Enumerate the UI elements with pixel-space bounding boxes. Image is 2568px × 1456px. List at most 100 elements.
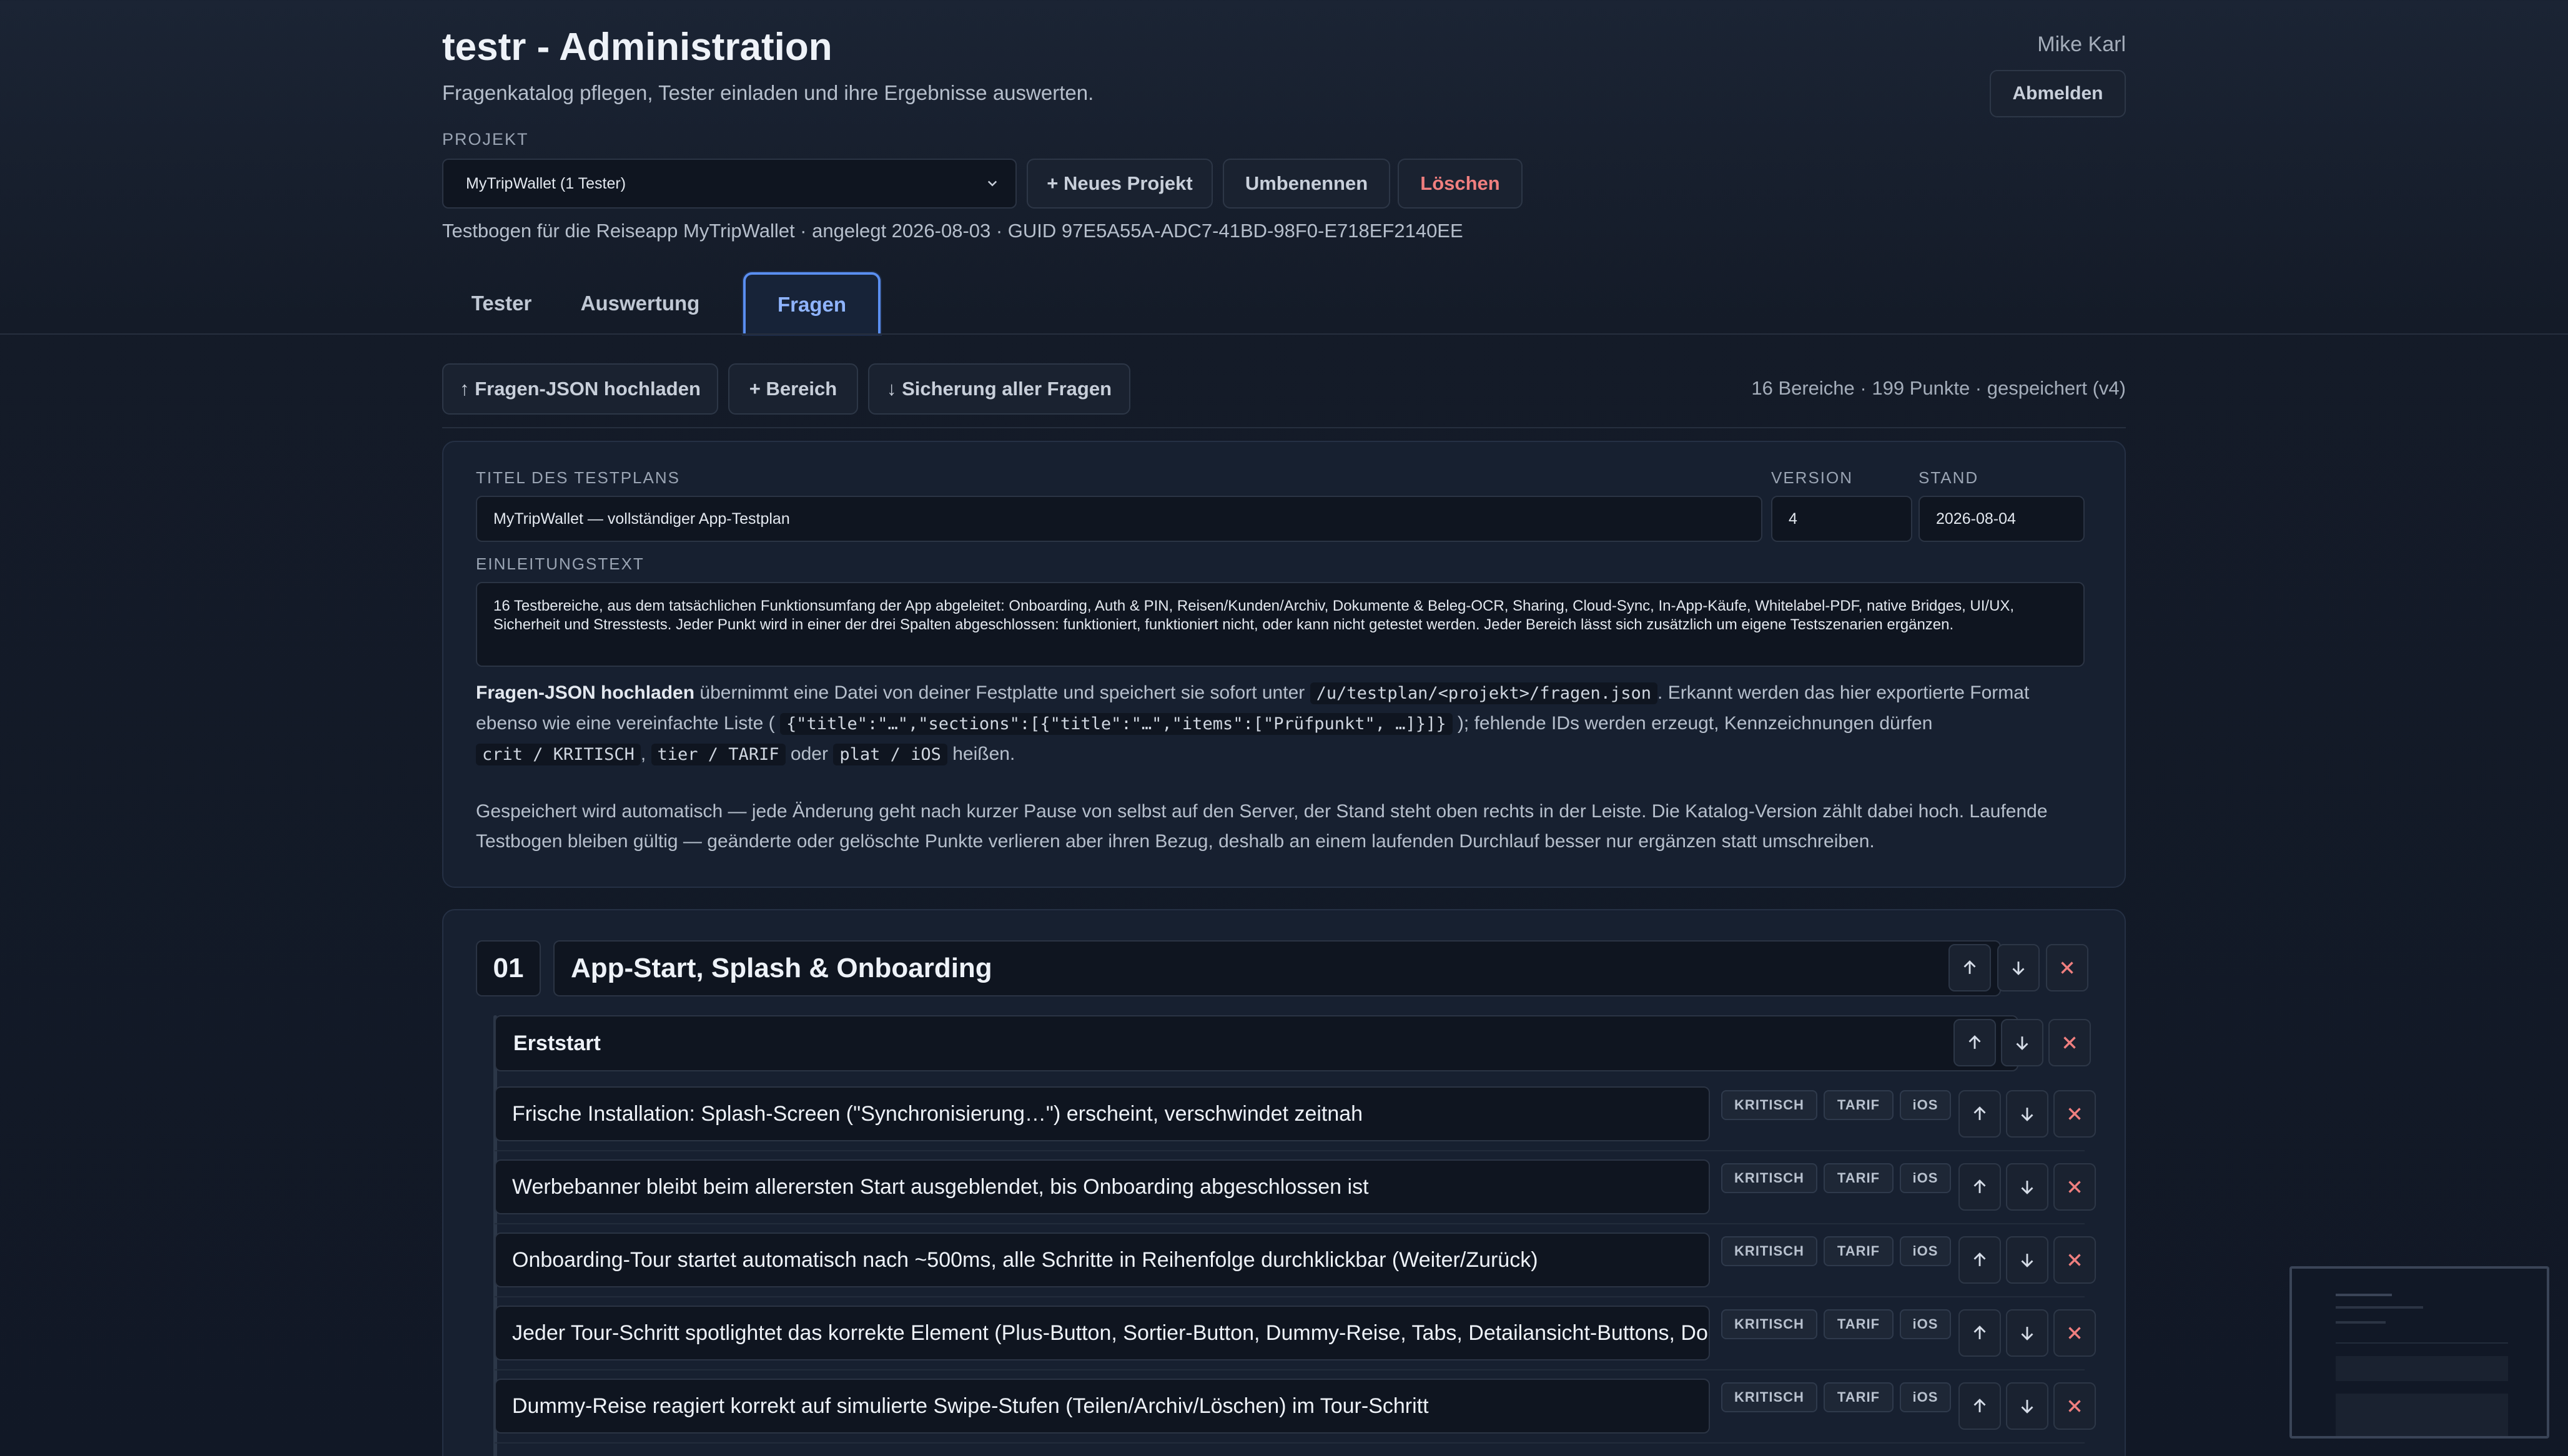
rename-button[interactable]: Umbenennen	[1223, 159, 1390, 209]
item-delete-button[interactable]	[2053, 1309, 2096, 1357]
close-icon	[2061, 962, 2073, 974]
project-select[interactable]: MyTripWallet (1 Tester)	[442, 159, 1017, 209]
testplan-card: TITEL DES TESTPLANS MyTripWallet — volls…	[442, 441, 2126, 888]
tag-crit-toggle[interactable]: KRITISCH	[1721, 1382, 1817, 1412]
group-delete-button[interactable]	[2048, 1019, 2091, 1066]
item-down-button[interactable]	[2006, 1090, 2048, 1138]
row-divider	[495, 1369, 2085, 1370]
version-input[interactable]: 4	[1771, 496, 1912, 542]
item-up-button[interactable]	[1958, 1309, 2001, 1357]
section-title-input[interactable]: App-Start, Splash & Onboarding	[553, 940, 2001, 996]
arrow-up-icon	[1973, 1399, 1986, 1412]
tag-crit-toggle[interactable]: KRITISCH	[1721, 1090, 1817, 1120]
close-icon	[2068, 1400, 2081, 1412]
item-delete-button[interactable]	[2053, 1090, 2096, 1138]
tag-plat-toggle[interactable]: iOS	[1900, 1163, 1951, 1193]
tag-plat-toggle[interactable]: iOS	[1900, 1236, 1951, 1266]
section-delete-button[interactable]	[2046, 944, 2088, 991]
user-name: Mike Karl	[2037, 32, 2126, 56]
help-text-or: oder	[785, 744, 834, 764]
tab-auswertung[interactable]: Auswertung	[563, 272, 717, 335]
tab-fragen[interactable]: Fragen	[743, 272, 881, 335]
code-tier: tier / TARIF	[651, 744, 786, 765]
code-plat: plat / iOS	[833, 744, 947, 765]
item-down-button[interactable]	[2006, 1382, 2048, 1430]
row-divider	[495, 1442, 2085, 1444]
close-icon	[2068, 1327, 2081, 1339]
item-down-button[interactable]	[2006, 1309, 2048, 1357]
title-label: TITEL DES TESTPLANS	[476, 468, 680, 487]
arrow-up-icon	[1963, 960, 1976, 974]
page-title: testr - Administration	[442, 26, 832, 69]
tab-tester[interactable]: Tester	[442, 272, 561, 335]
stand-input[interactable]: 2026-08-04	[1919, 496, 2085, 542]
code-path: /u/testplan/<projekt>/fragen.json	[1310, 682, 1658, 704]
close-icon	[2063, 1036, 2076, 1049]
arrow-down-icon	[2021, 1327, 2033, 1340]
section-down-button[interactable]	[1997, 944, 2040, 991]
chevron-down-icon	[987, 180, 997, 187]
arrow-up-icon	[1973, 1179, 1986, 1193]
tag-crit-toggle[interactable]: KRITISCH	[1721, 1236, 1817, 1266]
item-delete-button[interactable]	[2053, 1236, 2096, 1284]
item-up-button[interactable]	[1958, 1163, 2001, 1211]
tag-crit-toggle[interactable]: KRITISCH	[1721, 1163, 1817, 1193]
item-down-button[interactable]	[2006, 1236, 2048, 1284]
toolbar-divider	[442, 427, 2126, 428]
item-down-button[interactable]	[2006, 1163, 2048, 1211]
item-up-button[interactable]	[1958, 1382, 2001, 1430]
item-delete-button[interactable]	[2053, 1163, 2096, 1211]
row-divider	[495, 1150, 2085, 1151]
question-item-input[interactable]: Onboarding-Tour startet automatisch nach…	[495, 1232, 1710, 1287]
help-text-d: ); fehlende IDs werden erzeugt, Kennzeic…	[1452, 713, 1933, 734]
tag-tier-toggle[interactable]: TARIF	[1824, 1236, 1894, 1266]
arrow-down-icon	[2016, 1036, 2028, 1050]
help-text-b: . Erkannt werden das hier exportierte Fo…	[1657, 682, 2030, 703]
question-item-input[interactable]: Frische Installation: Splash-Screen ("Sy…	[495, 1086, 1710, 1141]
section-number[interactable]: 01	[476, 940, 541, 996]
item-delete-button[interactable]	[2053, 1382, 2096, 1430]
tag-tier-toggle[interactable]: TARIF	[1824, 1382, 1894, 1412]
backup-button[interactable]: ↓ Sicherung aller Fragen	[868, 363, 1130, 415]
tag-tier-toggle[interactable]: TARIF	[1824, 1163, 1894, 1193]
item-up-button[interactable]	[1958, 1090, 2001, 1138]
help-text-a: übernimmt eine Datei von deiner Festplat…	[694, 682, 1310, 703]
arrow-down-icon	[2021, 1400, 2033, 1414]
logout-button[interactable]: Abmelden	[1990, 70, 2126, 117]
tag-crit-toggle[interactable]: KRITISCH	[1721, 1309, 1817, 1339]
new-project-button[interactable]: + Neues Projekt	[1027, 159, 1213, 209]
arrow-down-icon	[2021, 1254, 2033, 1267]
question-item-input[interactable]: Jeder Tour-Schritt spotlightet das korre…	[495, 1306, 1710, 1360]
code-json: {"title":"…","sections":[{"title":"…","i…	[779, 713, 1453, 735]
group-down-button[interactable]	[2001, 1019, 2043, 1066]
close-icon	[2068, 1254, 2081, 1266]
question-item-input[interactable]: Werbebanner bleibt beim allerersten Star…	[495, 1159, 1710, 1214]
intro-label: EINLEITUNGSTEXT	[476, 554, 644, 573]
group-title-input[interactable]: Erststart	[495, 1015, 2018, 1071]
autosave-help-text: Gespeichert wird automatisch — jede Ände…	[476, 801, 2048, 852]
code-crit: crit / KRITISCH	[476, 744, 641, 765]
item-up-button[interactable]	[1958, 1236, 2001, 1284]
tag-tier-toggle[interactable]: TARIF	[1824, 1309, 1894, 1339]
help-text-c: ebenso wie eine vereinfachte Liste (	[476, 713, 780, 734]
upload-json-button[interactable]: ↑ Fragen-JSON hochladen	[442, 363, 718, 415]
tag-plat-toggle[interactable]: iOS	[1900, 1090, 1951, 1120]
delete-project-button[interactable]: Löschen	[1398, 159, 1523, 209]
question-item-input[interactable]: Dummy-Reise reagiert korrekt auf simulie…	[495, 1379, 1710, 1434]
testplan-title-input[interactable]: MyTripWallet — vollständiger App-Testpla…	[476, 496, 1762, 542]
stand-label: STAND	[1919, 468, 1979, 487]
tag-plat-toggle[interactable]: iOS	[1900, 1309, 1951, 1339]
row-divider	[495, 1223, 2085, 1224]
arrow-down-icon	[2021, 1181, 2033, 1194]
tag-tier-toggle[interactable]: TARIF	[1824, 1090, 1894, 1120]
tag-plat-toggle[interactable]: iOS	[1900, 1382, 1951, 1412]
project-label: PROJEKT	[442, 130, 529, 149]
help-text-end: heißen.	[947, 744, 1015, 764]
add-section-button[interactable]: + Bereich	[728, 363, 858, 415]
section-up-button[interactable]	[1948, 944, 1991, 991]
minimap-thumbnail[interactable]	[2289, 1266, 2549, 1439]
row-divider	[495, 1296, 2085, 1297]
intro-textarea[interactable]: 16 Testbereiche, aus dem tatsächlichen F…	[476, 582, 2085, 667]
group-up-button[interactable]	[1953, 1019, 1996, 1066]
save-status: 16 Bereiche · 199 Punkte · gespeichert (…	[1751, 377, 2126, 399]
